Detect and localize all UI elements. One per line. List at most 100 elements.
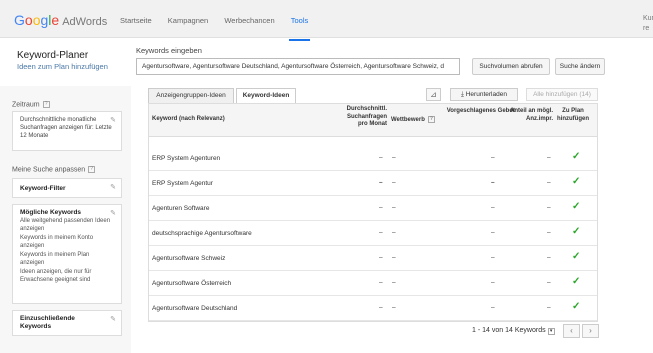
possible-keywords-title: Mögliche Keywords — [20, 209, 82, 216]
share-cell: – — [547, 204, 551, 211]
header-add-to-plan: Zu Plan hinzufügen — [557, 108, 589, 122]
competition-cell: – — [392, 154, 396, 161]
keyword-filter-card[interactable]: ✎ Keyword-Filter — [12, 178, 122, 198]
nav-item-home[interactable]: Startseite — [120, 16, 152, 33]
competition-cell: – — [392, 304, 396, 311]
check-icon[interactable]: ✓ — [572, 201, 580, 212]
nav-item-opportunities[interactable]: Werbechancen — [224, 16, 274, 33]
include-keywords-card[interactable]: ✎ Einzuschließende Keywords — [12, 310, 122, 336]
check-icon[interactable]: ✓ — [572, 276, 580, 287]
table-row[interactable]: ERP System Agenturen – – – – ✓ — [149, 146, 597, 171]
possible-item: Keywords in meinem Plan anzeigen — [20, 252, 90, 266]
help-icon[interactable]: ? — [88, 166, 96, 173]
table-row[interactable]: deutschsprachige Agentursoftware – – – –… — [149, 221, 597, 246]
bid-cell: – — [491, 279, 495, 286]
table-row[interactable]: Agentursoftware Deutschland – – – – ✓ — [149, 296, 597, 321]
period-label: Zeitraum? — [12, 101, 50, 108]
period-label-text: Zeitraum — [12, 101, 40, 109]
share-cell: – — [547, 229, 551, 236]
pencil-icon[interactable]: ✎ — [110, 315, 116, 323]
share-cell: – — [547, 254, 551, 261]
keywords-input[interactable]: Agentursoftware, Agentursoftware Deutsch… — [136, 58, 460, 75]
header-competition-label: Wettbewerb — [391, 117, 425, 124]
download-button[interactable]: ⤓ Herunterladen — [450, 88, 518, 101]
tab-keyword-ideas[interactable]: Keyword-Ideen — [236, 88, 296, 103]
share-cell: – — [547, 179, 551, 186]
check-icon[interactable]: ✓ — [572, 251, 580, 262]
nav-item-tools[interactable]: Tools — [288, 16, 310, 41]
header-competition[interactable]: Wettbewerb? — [391, 116, 435, 123]
top-bar: Google AdWords Startseite Kampagnen Werbe… — [0, 0, 653, 41]
competition-cell: – — [392, 229, 396, 236]
bid-cell: – — [491, 304, 495, 311]
chevron-down-icon[interactable]: ▾ — [547, 328, 555, 335]
pencil-icon[interactable]: ✎ — [110, 116, 116, 124]
adwords-logo[interactable]: Google AdWords — [14, 12, 107, 28]
pencil-icon[interactable]: ✎ — [110, 183, 116, 191]
download-icon: ⤓ — [461, 91, 464, 98]
bid-cell: – — [491, 254, 495, 261]
keyword-cell: ERP System Agenturen — [152, 155, 221, 162]
competition-cell: – — [392, 179, 396, 186]
keyword-cell: Agentursoftware Schweiz — [152, 255, 226, 262]
competition-cell: – — [392, 279, 396, 286]
pencil-icon[interactable]: ✎ — [110, 209, 116, 217]
keyword-table: Keyword (nach Relevanz) Durchschnittl. S… — [148, 103, 598, 322]
change-search-button[interactable]: Suche ändern — [555, 58, 605, 75]
header-suggested-bid[interactable]: Vorgeschlagenes Gebot — [439, 108, 515, 116]
competition-cell: – — [392, 254, 396, 261]
customize-label: Meine Suche anpassen? — [12, 166, 96, 174]
search-volume-cell: – — [379, 279, 383, 286]
period-card[interactable]: ✎ Durchschnittliche monatliche Suchanfra… — [12, 111, 122, 151]
bid-cell: – — [491, 179, 495, 186]
possible-item: Ideen anzeigen, die nur für Erwachsene g… — [20, 269, 92, 283]
possible-item: Alle weitgehend passenden Ideen anzeigen — [20, 218, 111, 232]
table-row[interactable]: Agentursoftware Österreich – – – – ✓ — [149, 271, 597, 296]
check-icon[interactable]: ✓ — [572, 226, 580, 237]
keyword-cell: Agenturen Software — [152, 205, 210, 212]
period-text: Durchschnittliche monatliche Suchanfrage… — [20, 117, 112, 139]
help-icon[interactable]: ? — [42, 101, 50, 108]
keyword-cell: ERP System Agentur — [152, 180, 213, 187]
keyword-filter-title: Keyword-Filter — [20, 185, 66, 192]
page-title: Keyword-Planer — [17, 50, 89, 61]
page-subtitle: Ideen zum Plan hinzufügen — [17, 62, 108, 71]
header-keyword[interactable]: Keyword (nach Relevanz) — [152, 116, 225, 122]
check-icon[interactable]: ✓ — [572, 176, 580, 187]
bid-cell: – — [491, 229, 495, 236]
pagination-range: 1 - 14 — [472, 327, 490, 334]
get-volume-button[interactable]: Suchvolumen abrufen — [472, 58, 550, 75]
search-volume-cell: – — [379, 204, 383, 211]
adwords-wordmark: AdWords — [62, 16, 108, 28]
tab-bar: Anzeigengruppen-Ideen Keyword-Ideen ⊿ ⤓ … — [148, 88, 606, 103]
previous-page-button[interactable]: ‹ — [563, 324, 580, 338]
nav-item-campaigns[interactable]: Kampagnen — [168, 16, 208, 33]
search-volume-cell: – — [379, 254, 383, 261]
tab-adgroup-ideas[interactable]: Anzeigengruppen-Ideen — [148, 88, 234, 103]
next-page-button[interactable]: › — [582, 324, 599, 338]
help-icon[interactable]: ? — [427, 116, 435, 123]
table-row[interactable]: Agentursoftware Schweiz – – – – ✓ — [149, 246, 597, 271]
header-impression-share[interactable]: Anteil an mögl. Anz.impr. — [505, 108, 553, 123]
possible-keywords-card[interactable]: ✎ Mögliche Keywords Alle weitgehend pass… — [12, 204, 122, 304]
search-volume-cell: – — [379, 154, 383, 161]
keyword-cell: Agentursoftware Österreich — [152, 280, 232, 287]
main-nav: Startseite Kampagnen Werbechancen Tools — [120, 16, 322, 41]
add-all-button[interactable]: Alle hinzufügen (14) — [526, 88, 598, 101]
check-icon[interactable]: ✓ — [572, 301, 580, 312]
share-cell: – — [547, 304, 551, 311]
search-volume-cell: – — [379, 179, 383, 186]
chart-icon[interactable]: ⊿ — [426, 88, 441, 101]
keyword-cell: deutschsprachige Agentursoftware — [152, 230, 252, 237]
check-icon[interactable]: ✓ — [572, 151, 580, 162]
customize-label-text: Meine Suche anpassen — [12, 166, 86, 174]
account-label[interactable]: Kun re — [643, 14, 653, 34]
pagination-total: 14 — [505, 327, 513, 334]
bid-cell: – — [491, 204, 495, 211]
search-volume-cell: – — [379, 304, 383, 311]
competition-cell: – — [392, 204, 396, 211]
header-search-volume[interactable]: Durchschnittl. Suchanfragen pro Monat — [337, 106, 387, 129]
table-row[interactable]: ERP System Agentur – – – – ✓ — [149, 171, 597, 196]
table-row[interactable]: Agenturen Software – – – – ✓ — [149, 196, 597, 221]
sidebar: Zeitraum? ✎ Durchschnittliche monatliche… — [0, 86, 131, 353]
